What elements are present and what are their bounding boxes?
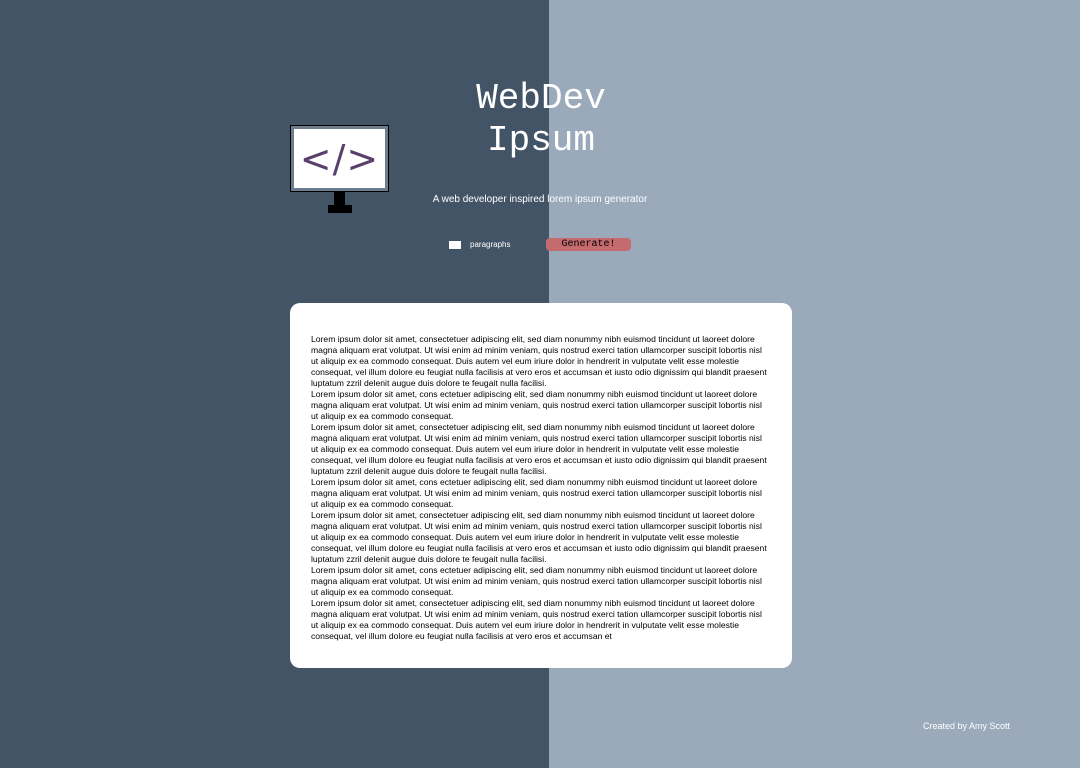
output-paragraph: Lorem ipsum dolor sit amet, cons ectetue… bbox=[311, 565, 762, 597]
output-paragraph: Lorem ipsum dolor sit amet, consectetuer… bbox=[311, 334, 767, 388]
monitor-neck bbox=[334, 191, 345, 205]
output-paragraph: Lorem ipsum dolor sit amet, consectetuer… bbox=[311, 510, 767, 564]
monitor-code-icon: </> bbox=[290, 125, 389, 214]
page-title-line1: WebDev bbox=[476, 78, 606, 119]
monitor-base bbox=[328, 205, 352, 213]
output-paragraph: Lorem ipsum dolor sit amet, consectetuer… bbox=[311, 598, 762, 641]
monitor-screen: </> bbox=[290, 125, 389, 192]
output-paragraph: Lorem ipsum dolor sit amet, consectetuer… bbox=[311, 422, 767, 476]
output-paragraph: Lorem ipsum dolor sit amet, cons ectetue… bbox=[311, 389, 762, 421]
paragraphs-count-input[interactable] bbox=[449, 241, 461, 249]
code-symbol: </> bbox=[299, 136, 380, 181]
page-title: WebDev Ipsum bbox=[441, 78, 641, 162]
output-card: Lorem ipsum dolor sit amet, consectetuer… bbox=[290, 303, 792, 668]
page-subtitle: A web developer inspired lorem ipsum gen… bbox=[432, 194, 648, 205]
page-title-line2: Ipsum bbox=[486, 120, 596, 161]
footer-credit: Created by Amy Scott bbox=[922, 721, 1010, 731]
generate-button[interactable]: Generate! bbox=[546, 238, 631, 251]
output-paragraph: Lorem ipsum dolor sit amet, cons ectetue… bbox=[311, 477, 762, 509]
paragraphs-label: paragraphs bbox=[470, 240, 511, 249]
